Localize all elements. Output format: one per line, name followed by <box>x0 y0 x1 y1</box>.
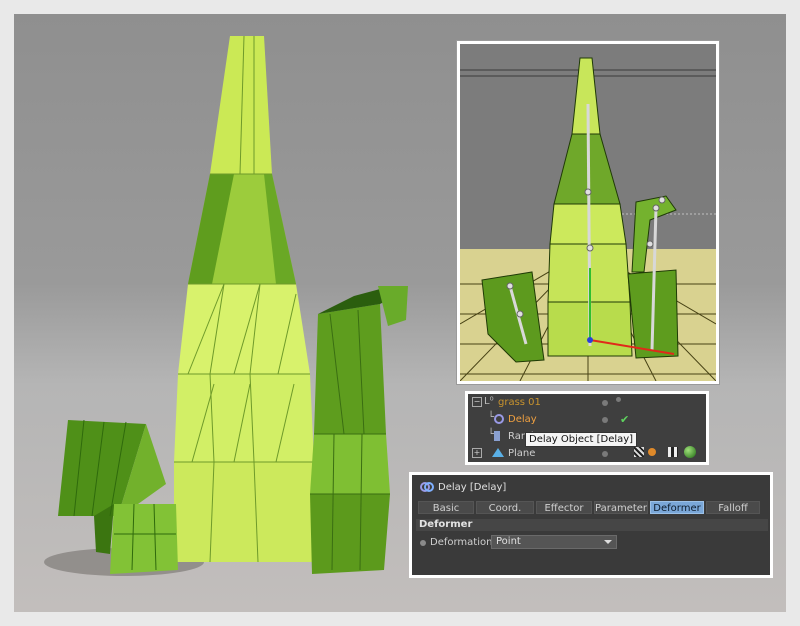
deformation-label: Deformation <box>430 537 493 548</box>
object-row-plane[interactable]: + Plane <box>468 445 706 463</box>
tab-coord[interactable]: Coord. <box>476 501 534 514</box>
panel-title: Delay [Delay] <box>438 482 507 493</box>
expand-toggle-icon[interactable]: + <box>472 448 482 458</box>
enabled-check-icon[interactable]: ✔ <box>620 413 629 426</box>
object-name: grass 01 <box>498 397 541 408</box>
section-header: Deformer <box>416 519 768 531</box>
tab-falloff[interactable]: Falloff <box>706 501 760 514</box>
object-name: Plane <box>508 448 536 459</box>
viewport-scene <box>460 44 716 381</box>
tooltip: Delay Object [Delay] <box>525 432 638 447</box>
deformation-value: Point <box>496 536 521 547</box>
object-row-delay[interactable]: └ Delay ✔ <box>468 411 706 429</box>
right-grass-blade <box>310 286 408 574</box>
tab-basic[interactable]: Basic <box>418 501 474 514</box>
tab-deformer[interactable]: Deformer <box>650 501 704 514</box>
attribute-manager-panel: Delay [Delay] Basic Coord. Effector Para… <box>409 472 773 578</box>
delay-effector-icon <box>420 482 434 492</box>
render-dot[interactable] <box>616 397 621 402</box>
tab-effector[interactable]: Effector <box>536 501 592 514</box>
material-tag-icon[interactable] <box>684 446 696 458</box>
visibility-dot[interactable] <box>602 400 608 406</box>
null-object-icon: L⁰ <box>484 396 494 407</box>
texture-tag-icon[interactable] <box>668 447 678 457</box>
tab-parameter[interactable]: Parameter <box>594 501 648 514</box>
delay-effector-icon <box>494 414 504 424</box>
object-row-grass[interactable]: − L⁰ grass 01 <box>468 394 706 412</box>
plane-object-icon <box>492 448 504 457</box>
object-manager-panel: − L⁰ grass 01 └ Delay ✔ └ Random ✔ + Pla… <box>465 391 709 465</box>
checker-tag-icon[interactable] <box>634 447 644 457</box>
collapse-toggle-icon[interactable]: − <box>472 397 482 407</box>
deformation-select[interactable]: Point <box>491 535 617 549</box>
random-effector-icon <box>494 431 500 441</box>
object-name: Delay <box>508 414 537 425</box>
visibility-dot[interactable] <box>602 451 608 457</box>
animation-dot[interactable] <box>420 540 426 546</box>
tall-grass-blade <box>174 35 316 563</box>
tag-icon[interactable] <box>648 448 656 456</box>
visibility-dot[interactable] <box>602 417 608 423</box>
chevron-down-icon <box>604 540 612 544</box>
viewport-panel[interactable] <box>457 41 719 384</box>
